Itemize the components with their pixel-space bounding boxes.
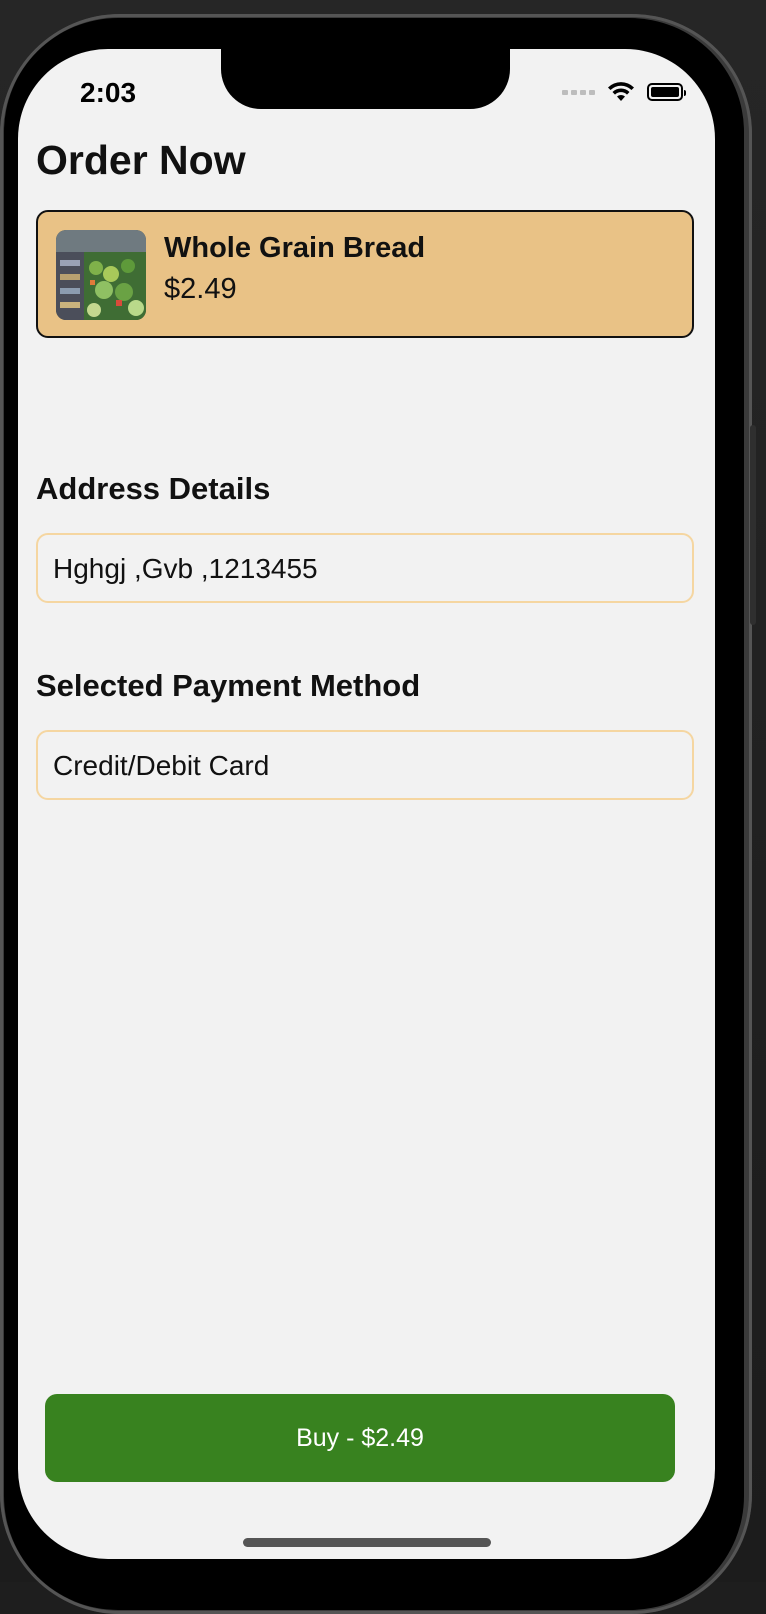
wifi-icon: [608, 82, 634, 101]
buy-button[interactable]: Buy - $2.49: [45, 1394, 675, 1482]
payment-method-value: Credit/Debit Card: [53, 750, 270, 781]
app-screen: 2:03 Order Now Whole Grain Bread $2.49 A…: [18, 49, 715, 1559]
page-title: Order Now: [36, 137, 246, 183]
home-indicator[interactable]: [243, 1538, 491, 1547]
cellular-signal-icon: [562, 89, 595, 95]
address-field[interactable]: Hghgj ,Gvb ,1213455: [36, 533, 694, 603]
notch: [221, 49, 510, 109]
payment-method-field[interactable]: Credit/Debit Card: [36, 730, 694, 800]
address-section-label: Address Details: [36, 471, 271, 506]
product-price: $2.49: [164, 273, 237, 305]
product-name: Whole Grain Bread: [164, 232, 426, 264]
status-time: 2:03: [80, 77, 137, 108]
status-icons: [562, 81, 686, 103]
device-side-button: [750, 425, 756, 625]
payment-section-label: Selected Payment Method: [36, 668, 421, 703]
product-card[interactable]: Whole Grain Bread $2.49: [36, 210, 694, 338]
address-value: Hghgj ,Gvb ,1213455: [53, 553, 318, 584]
product-image: [56, 230, 146, 320]
battery-icon: [647, 83, 686, 101]
